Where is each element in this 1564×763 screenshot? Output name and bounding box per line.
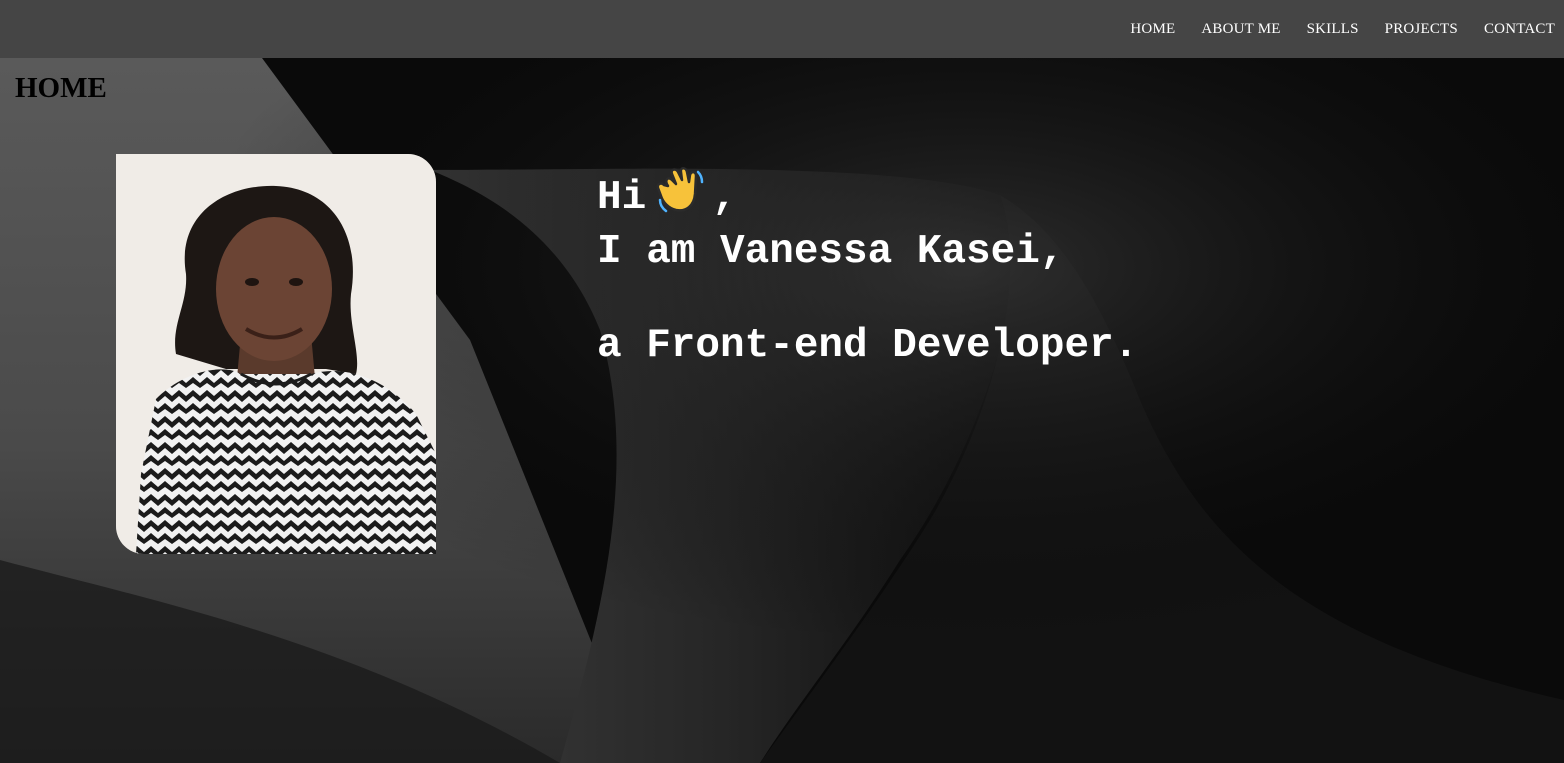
greeting-text: Hi: [597, 175, 647, 221]
name-line: I am Vanessa Kasei,: [597, 229, 1065, 275]
top-navbar: HOME ABOUT ME SKILLS PROJECTS CONTACT: [0, 0, 1564, 58]
nav-item-skills: SKILLS: [1281, 20, 1359, 38]
nav-item-projects: PROJECTS: [1359, 20, 1458, 38]
nav-item-home: HOME: [1104, 20, 1175, 38]
nav-link-about-me[interactable]: ABOUT ME: [1201, 21, 1280, 37]
home-page: HOME ABOUT ME SKILLS PROJECTS CONTACT HO…: [0, 0, 1564, 763]
profile-photo: [116, 154, 436, 554]
nav-item-about: ABOUT ME: [1175, 20, 1280, 38]
nav-link-contact[interactable]: CONTACT: [1484, 21, 1555, 37]
nav-item-contact: CONTACT: [1458, 20, 1555, 38]
nav-link-skills[interactable]: SKILLS: [1307, 21, 1359, 37]
section-title: HOME: [15, 72, 107, 104]
waving-hand-icon: [656, 167, 704, 213]
greeting-line: Hi ,: [597, 166, 1138, 225]
nav-link-home[interactable]: HOME: [1130, 21, 1175, 37]
profile-photo-illustration: [116, 154, 436, 554]
hero-intro: Hi , I am Vanessa Kasei, a Front-end Dev…: [597, 166, 1138, 373]
nav-menu: HOME ABOUT ME SKILLS PROJECTS CONTACT: [1104, 0, 1555, 58]
nav-link-projects[interactable]: PROJECTS: [1385, 21, 1458, 37]
greeting-suffix: ,: [712, 175, 737, 221]
role-line: a Front-end Developer.: [597, 323, 1139, 369]
intro-spacer: [597, 279, 1138, 319]
